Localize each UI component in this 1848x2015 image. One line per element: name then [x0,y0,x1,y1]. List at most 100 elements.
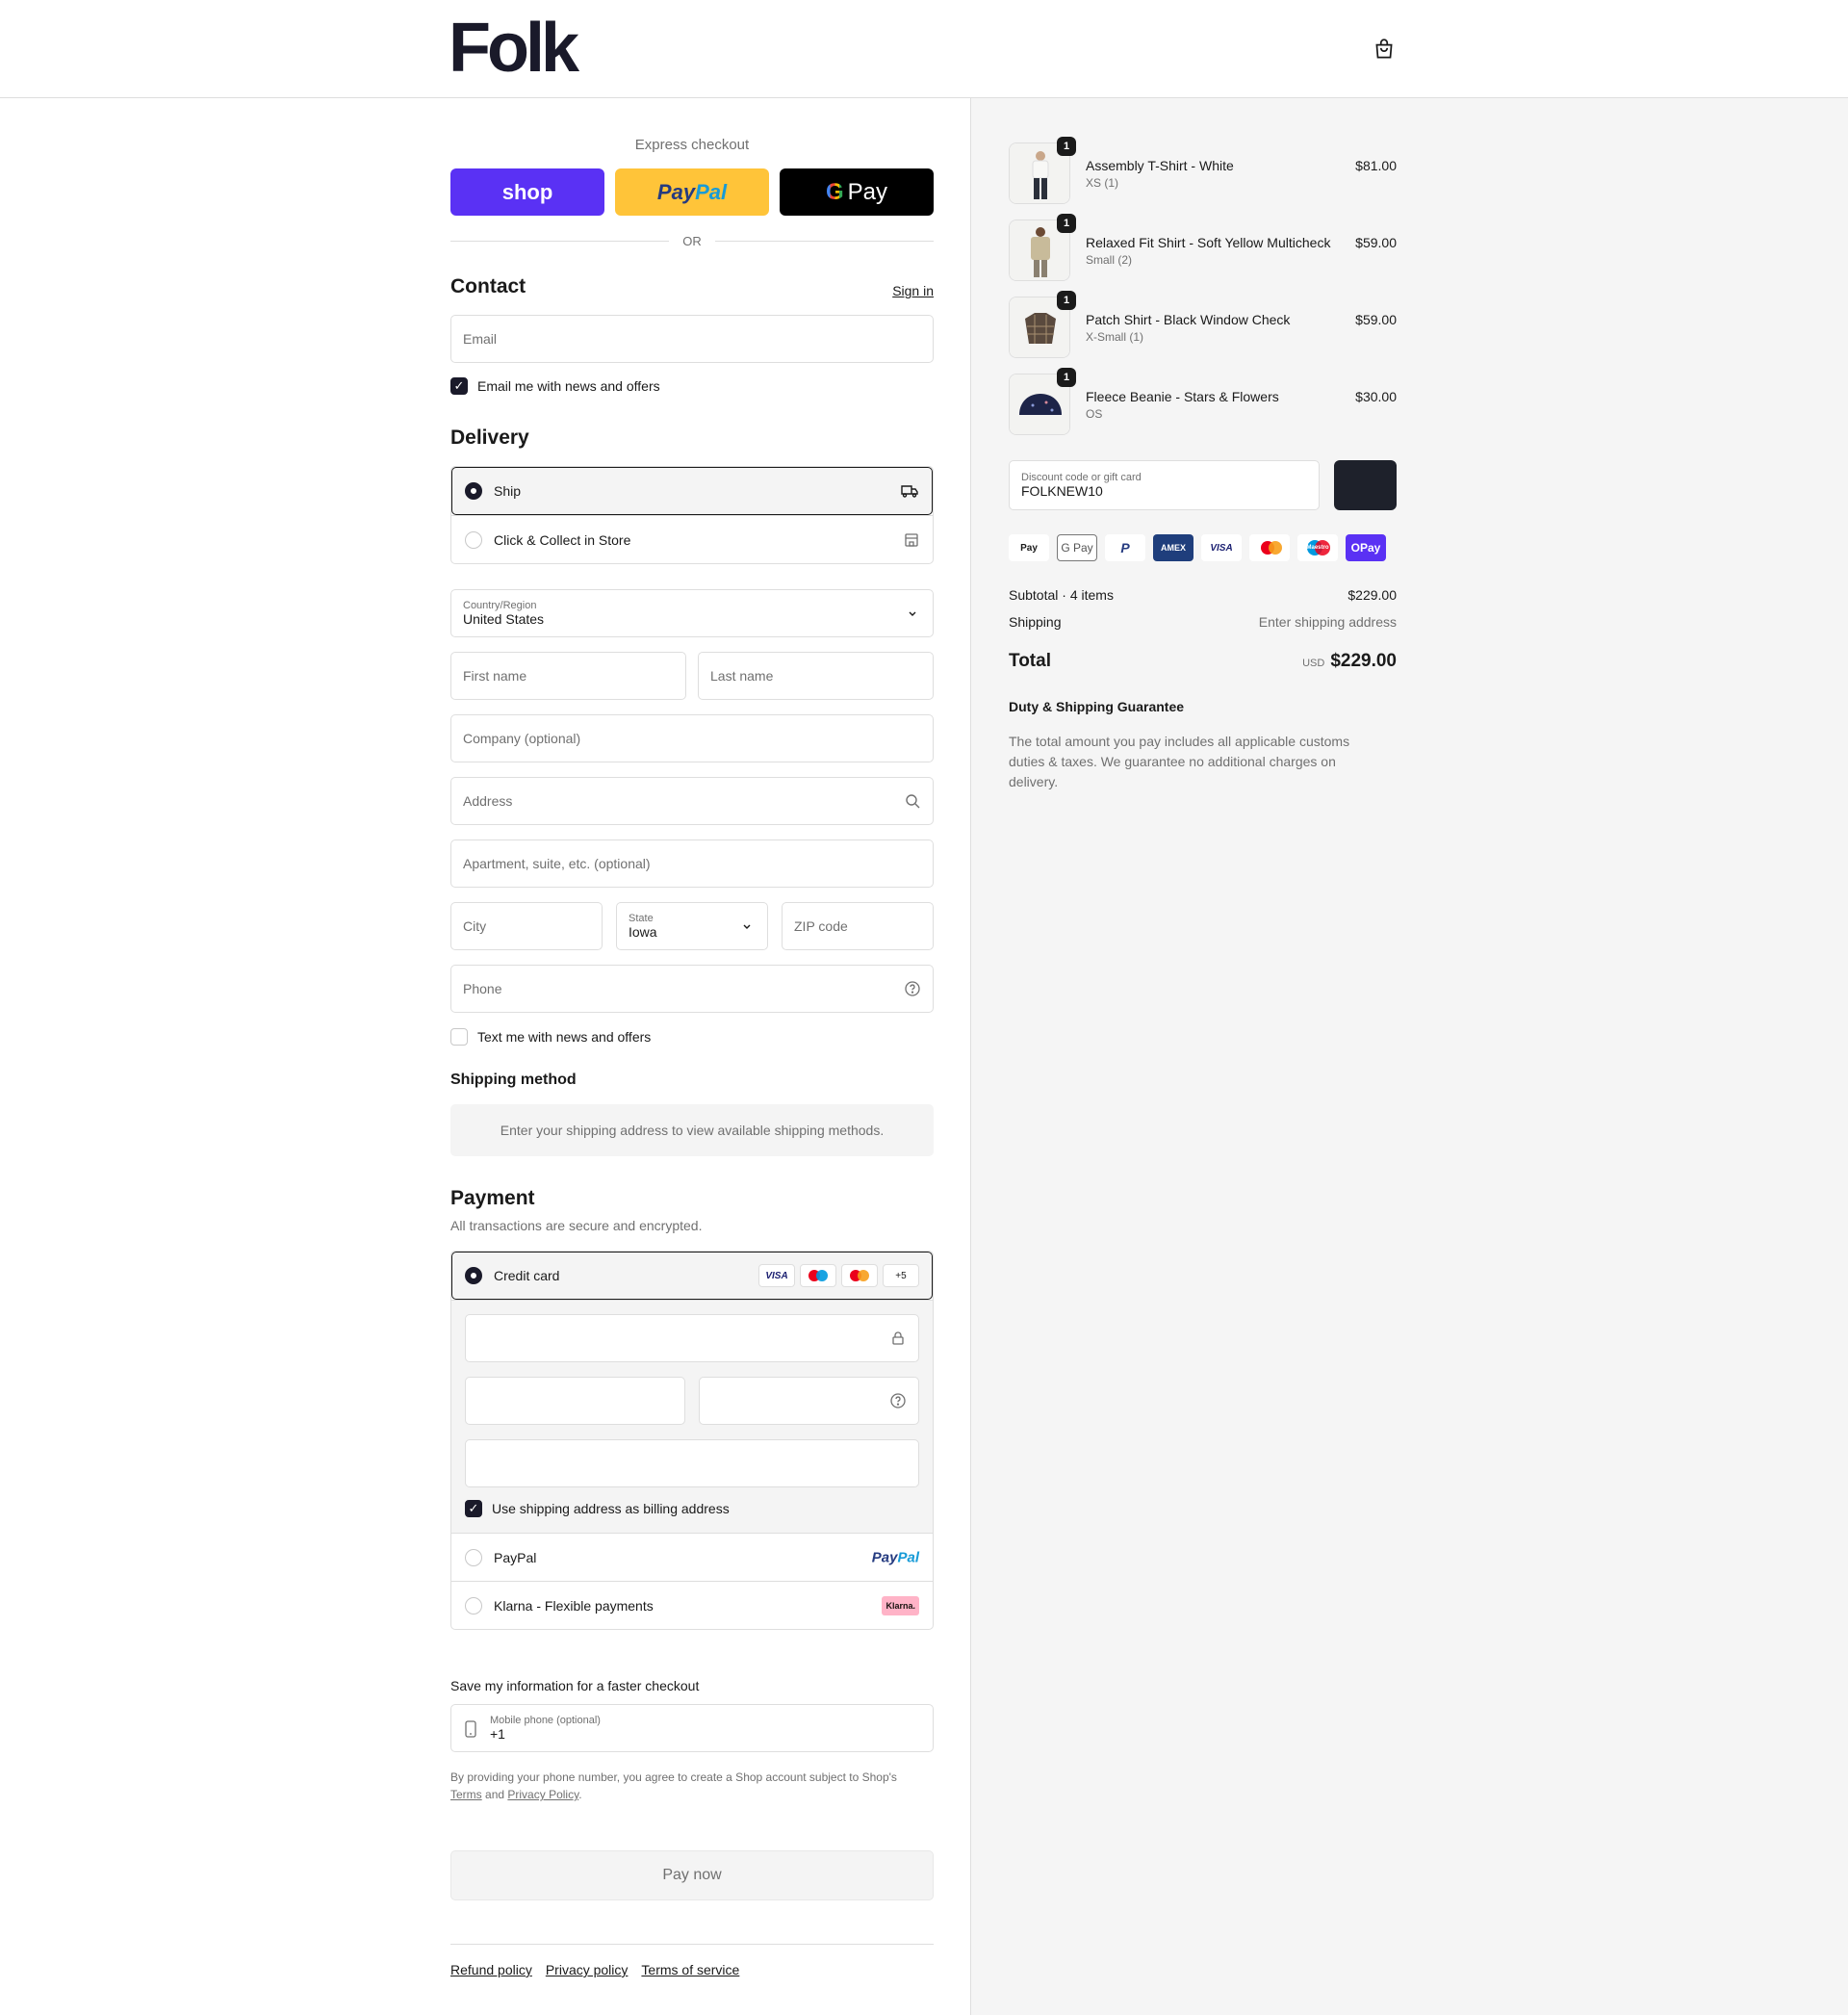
phone-placeholder: Phone [463,981,502,996]
legal-dot: . [578,1788,582,1801]
email-news-row[interactable]: ✓ Email me with news and offers [450,377,660,395]
item-name: Patch Shirt - Black Window Check [1086,312,1291,327]
zip-field[interactable]: ZIP code [782,902,934,950]
express-checkout-title: Express checkout [634,137,750,153]
ship-radio[interactable] [465,482,482,500]
company-placeholder: Company (optional) [463,731,581,746]
email-field[interactable]: Email [450,315,934,363]
item-variant: Small (2) [1086,253,1133,267]
google-pay-button[interactable]: G Pay [780,168,934,216]
truck-icon [900,483,919,499]
item-name: Fleece Beanie - Stars & Flowers [1086,389,1279,404]
billing-same-label: Use shipping address as billing address [492,1501,730,1516]
security-code-field[interactable] [699,1377,919,1425]
sign-in-link[interactable]: Sign in [892,283,934,298]
address-field[interactable]: Address [450,777,934,825]
or-label: OR [682,234,702,248]
gpay-label: Pay [847,178,888,205]
quantity-badge: 1 [1057,214,1076,233]
company-field[interactable]: Company (optional) [450,714,934,762]
pickup-label: Click & Collect in Store [494,531,631,548]
item-variant: OS [1086,407,1103,421]
last-name-field[interactable]: Last name [698,652,934,700]
shopping-bag-icon[interactable] [1372,37,1397,62]
klarna-logo-icon: Klarna. [882,1595,919,1615]
discount-code-field[interactable]: Discount code or gift card FOLKNEW10 [1009,460,1320,510]
item-name: Assembly T-Shirt - White [1086,158,1234,173]
city-placeholder: City [463,918,487,934]
refund-policy-link[interactable]: Refund policy [450,1962,532,1977]
country-value: United States [463,611,545,627]
guarantee-title: Duty & Shipping Guarantee [1009,699,1185,714]
payment-option-klarna[interactable]: Klarna - Flexible payments Klarna. [451,1581,933,1629]
klarna-radio[interactable] [465,1596,482,1615]
mobile-label: Mobile phone (optional) [490,1715,601,1726]
text-news-row[interactable]: Text me with news and offers [450,1028,651,1046]
privacy-policy-link[interactable]: Privacy policy [546,1962,629,1977]
zip-placeholder: ZIP code [794,918,848,934]
pay-now-button[interactable]: Pay now [450,1850,934,1900]
paypal-button[interactable]: Pay Pal [615,168,769,216]
mobile-phone-icon [465,1720,476,1738]
maestro-icon: Maestro [1297,534,1338,561]
mobile-phone-field[interactable]: Mobile phone (optional) +1 [450,1704,934,1752]
shop-terms-link[interactable]: Terms [450,1788,482,1801]
country-select[interactable]: Country/Region United States [450,589,934,637]
shipping-label: Shipping [1009,614,1062,630]
billing-same-checkbox[interactable]: ✓ [465,1500,482,1517]
accepted-payment-logos: Pay G Pay P AMEX VISA Maestro OPay [1009,534,1386,561]
email-news-label: Email me with news and offers [477,378,660,394]
delivery-option-pickup[interactable]: Click & Collect in Store [451,515,933,563]
payment-option-credit-card[interactable]: Credit card VISA +5 [451,1252,933,1300]
item-variant: XS (1) [1086,176,1119,190]
apply-discount-button[interactable] [1334,460,1397,510]
payment-option-paypal[interactable]: PayPal Pay Pal [451,1533,933,1581]
country-label: Country/Region [463,600,537,611]
google-pay-icon: G Pay [1057,534,1097,561]
ship-label: Ship [494,483,522,499]
shop-pay-button[interactable]: shop [450,168,604,216]
payment-options: Credit card VISA +5 ✓ Use shipping addre… [450,1251,934,1630]
google-g-icon: G [825,178,844,205]
payment-subtitle: All transactions are secure and encrypte… [450,1218,703,1233]
shop-legal-text: By providing your phone number, you agre… [450,1769,934,1803]
search-icon [906,794,920,809]
visa-icon: VISA [758,1264,795,1287]
delivery-option-ship[interactable]: Ship [451,467,933,515]
help-circle-icon[interactable] [904,980,921,997]
email-news-checkbox[interactable]: ✓ [450,377,468,395]
text-news-checkbox[interactable] [450,1028,468,1046]
phone-field[interactable]: Phone [450,965,934,1013]
state-select[interactable]: State Iowa [616,902,768,950]
apartment-field[interactable]: Apartment, suite, etc. (optional) [450,840,934,888]
paypal-radio[interactable] [465,1548,482,1566]
first-name-field[interactable]: First name [450,652,686,700]
guarantee-text: The total amount you pay includes all ap… [1009,734,1350,789]
amex-icon: AMEX [1153,534,1194,561]
apple-pay-label: Pay [1020,542,1038,554]
terms-of-service-link[interactable]: Terms of service [641,1962,739,1977]
google-pay-label: G Pay [1061,541,1093,555]
name-on-card-field[interactable] [465,1439,919,1487]
shipping-method-title: Shipping method [450,1072,577,1088]
total-label: Total [1009,651,1051,671]
mobile-value: +1 [490,1726,505,1742]
billing-same-row[interactable]: ✓ Use shipping address as billing addres… [465,1500,730,1517]
footer-links: Refund policy Privacy policy Terms of se… [450,1962,739,1977]
item-price: $59.00 [1355,235,1397,250]
contact-title: Contact [450,275,526,297]
shipping-method-message: Enter your shipping address to view avai… [450,1104,934,1156]
city-field[interactable]: City [450,902,603,950]
shop-label: shop [501,179,553,204]
footer-divider [450,1944,934,1945]
help-circle-icon[interactable] [889,1392,907,1409]
mastercard-icon [841,1264,878,1287]
shop-privacy-link[interactable]: Privacy Policy [507,1788,578,1801]
card-number-field[interactable] [465,1314,919,1362]
credit-card-radio[interactable] [465,1267,482,1284]
last-name-placeholder: Last name [710,668,774,684]
pickup-radio[interactable] [465,530,482,549]
logo[interactable]: Folk [449,13,579,83]
store-icon [904,532,919,548]
expiry-field[interactable] [465,1377,685,1425]
